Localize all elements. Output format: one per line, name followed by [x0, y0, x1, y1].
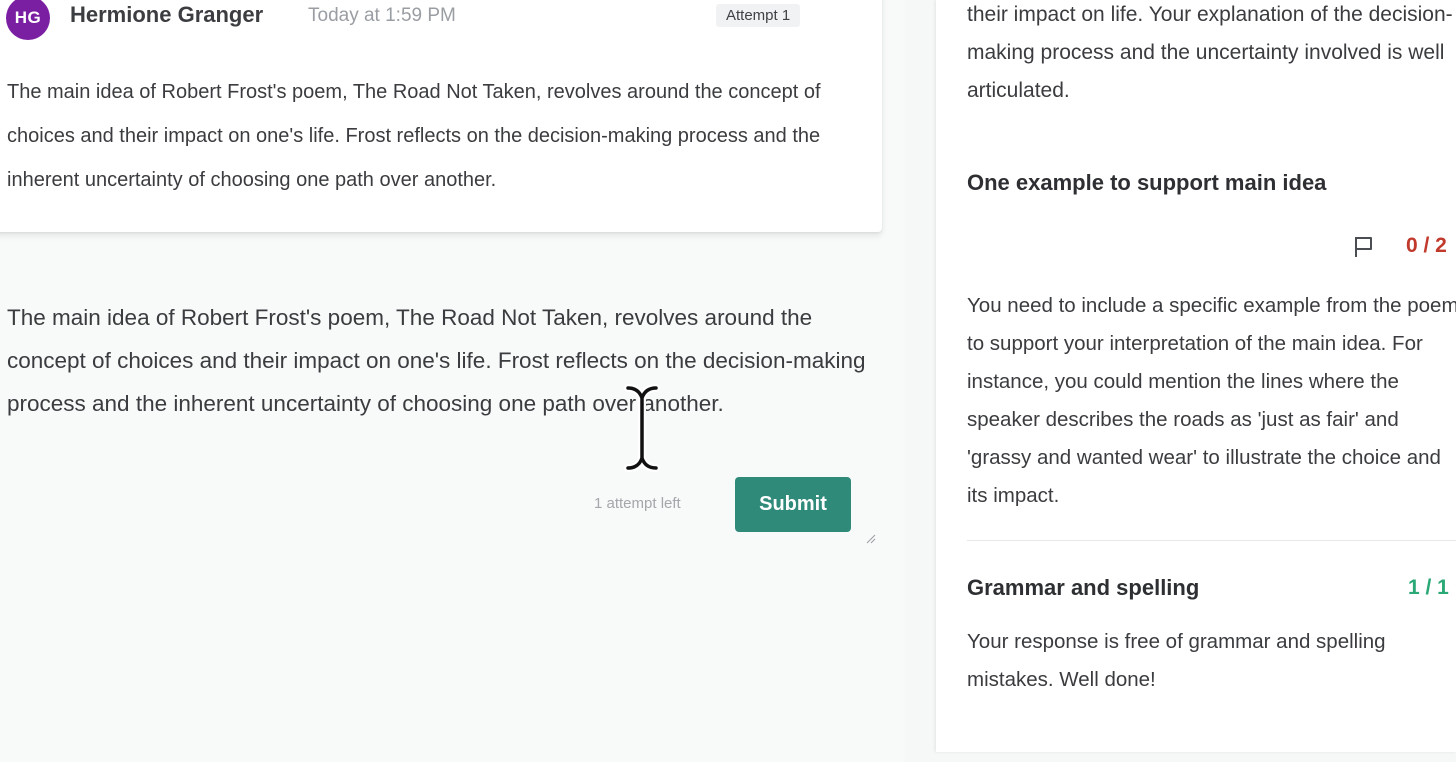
previous-submission-card: HG Hermione Granger Today at 1:59 PM Att…	[0, 0, 882, 232]
criterion-title-grammar: Grammar and spelling	[967, 575, 1200, 600]
feedback-intro: their impact on life. Your explanation o…	[967, 3, 1453, 102]
author-name[interactable]: Hermione Granger	[70, 2, 263, 28]
criterion-title-example: One example to support main idea	[967, 170, 1327, 195]
submission-column: HG Hermione Granger Today at 1:59 PM Att…	[0, 0, 905, 762]
answer-editor[interactable]: The main idea of Robert Frost's poem, Th…	[7, 296, 867, 425]
criterion-feedback-example: You need to include a specific example f…	[967, 294, 1456, 507]
feedback-panel: their impact on life. Your explanation o…	[936, 0, 1456, 752]
criterion-feedback-grammar: Your response is free of grammar and spe…	[967, 630, 1386, 691]
flag-icon[interactable]	[1351, 234, 1377, 260]
attempt-badge: Attempt 1	[716, 4, 801, 27]
text-cursor-icon	[624, 384, 660, 472]
post-timestamp: Today at 1:59 PM	[308, 5, 456, 26]
avatar[interactable]: HG	[6, 0, 50, 40]
criterion-score-example: 0 / 2	[1406, 234, 1447, 257]
submission-text: The main idea of Robert Frost's poem, Th…	[7, 81, 821, 191]
post-header: HG Hermione Granger Today at 1:59 PM Att…	[0, 0, 882, 46]
attempts-remaining: 1 attempt left	[594, 495, 681, 512]
criterion-divider	[967, 540, 1456, 541]
submit-button[interactable]: Submit	[735, 477, 851, 532]
criterion-score-grammar: 1 / 1	[1408, 576, 1449, 599]
resize-handle-icon[interactable]	[866, 534, 876, 544]
